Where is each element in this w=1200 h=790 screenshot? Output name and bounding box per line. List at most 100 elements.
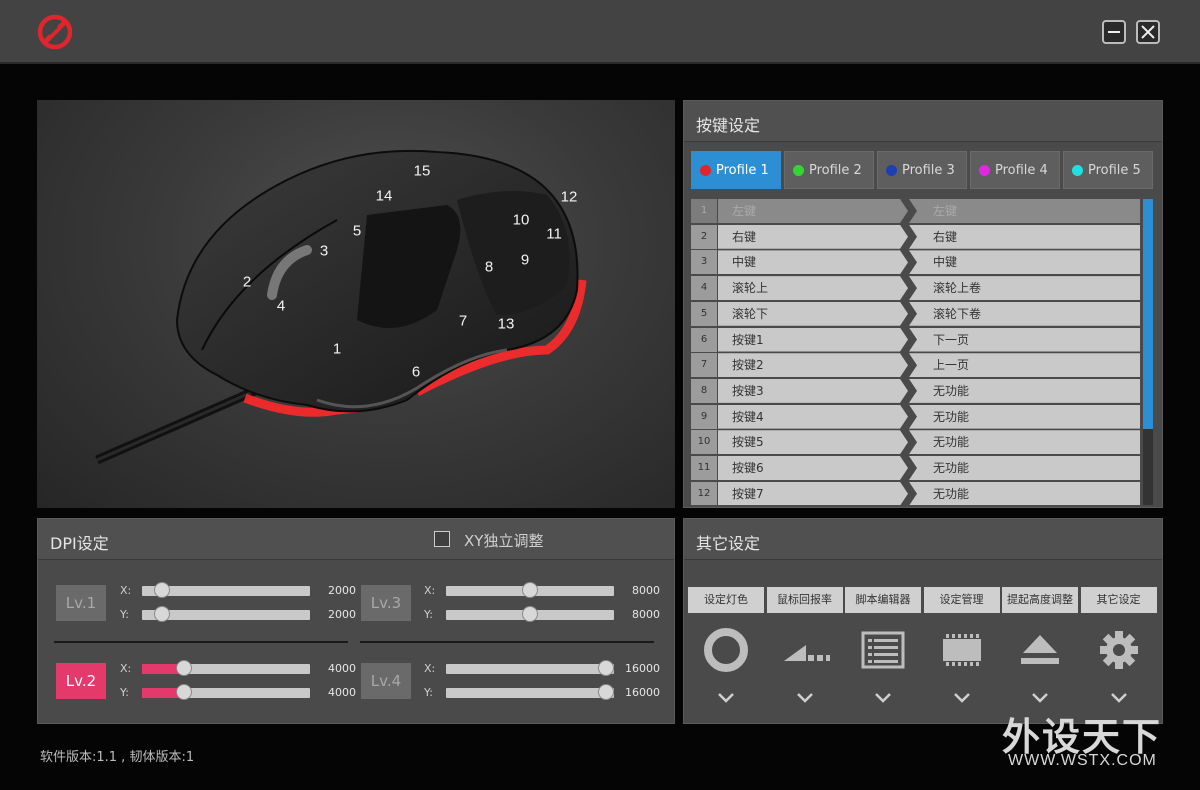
dpi-y-axis-label: Y:: [120, 686, 129, 699]
key-row-index: 7: [691, 353, 717, 378]
key-row[interactable]: 5 滚轮下 滚轮下卷: [691, 301, 1141, 326]
mouse-button-6[interactable]: 6: [412, 364, 420, 381]
dpi-y-axis-label: Y:: [424, 686, 433, 699]
lift-upload-icon[interactable]: [1015, 627, 1065, 673]
key-settings-panel: 按键设定 Profile 1 Profile 2 Profile 3 Profile …: [683, 100, 1163, 508]
mouse-button-13[interactable]: 13: [498, 316, 515, 333]
ring-icon[interactable]: [701, 627, 751, 673]
dpi-settings-panel: DPI设定 XY独立调整 Lv.1 X: 2000 Y: 2000 Lv.2 X: 4000 Y…: [37, 518, 675, 724]
mouse-button-7[interactable]: 7: [459, 313, 467, 330]
key-mapping-table: 1 左键 左键 2 右键 右键 3 中键 中键 4 滚轮上 滚轮上卷 5 滚轮下 滚轮下卷 6 按键1 下一页 7 按…: [691, 199, 1141, 505]
profile-tab-4[interactable]: Profile 4: [970, 151, 1060, 189]
memory-chip-icon[interactable]: [937, 627, 987, 673]
key-row-assigned-function[interactable]: 无功能: [909, 481, 1140, 505]
dpi-level-4-button[interactable]: Lv.4: [361, 663, 411, 699]
key-row-assigned-function[interactable]: 滚轮下卷: [909, 301, 1140, 326]
profile-tab-5[interactable]: Profile 5: [1063, 151, 1153, 189]
xy-independent-checkbox[interactable]: [434, 531, 450, 547]
key-row[interactable]: 8 按键3 无功能: [691, 378, 1141, 403]
chevron-down-icon[interactable]: [953, 689, 971, 703]
mouse-button-9[interactable]: 9: [521, 252, 529, 269]
slider-knob[interactable]: [598, 660, 614, 676]
profile-tab-1[interactable]: Profile 1: [691, 151, 781, 189]
key-row-assigned-function[interactable]: 下一页: [909, 327, 1140, 352]
key-row[interactable]: 6 按键1 下一页: [691, 327, 1141, 352]
key-row-assigned-function[interactable]: 无功能: [909, 456, 1140, 480]
key-row[interactable]: 7 按键2 上一页: [691, 353, 1141, 378]
key-row[interactable]: 2 右键 右键: [691, 224, 1141, 249]
key-row-assigned-function[interactable]: 右键: [909, 224, 1140, 249]
mouse-button-14[interactable]: 14: [376, 188, 393, 205]
script-list-icon[interactable]: [858, 627, 908, 673]
dpi-level-2-x-slider[interactable]: [142, 660, 310, 676]
slider-knob[interactable]: [176, 684, 192, 700]
profile-color-dot-icon: [700, 165, 711, 176]
dpi-level-4-x-slider[interactable]: [446, 660, 614, 676]
other-setting-button-6[interactable]: 其它设定: [1080, 587, 1157, 613]
key-row-assigned-function[interactable]: 滚轮上卷: [909, 276, 1140, 301]
dpi-level-1-y-slider[interactable]: [142, 606, 310, 622]
key-row[interactable]: 3 中键 中键: [691, 250, 1141, 275]
key-row-assigned-function[interactable]: 无功能: [909, 430, 1140, 455]
mouse-button-3[interactable]: 3: [320, 243, 328, 260]
chevron-down-icon[interactable]: [1110, 689, 1128, 703]
polling-rate-icon[interactable]: [780, 627, 830, 673]
profile-color-dot-icon: [1072, 165, 1083, 176]
key-row[interactable]: 4 滚轮上 滚轮上卷: [691, 276, 1141, 301]
key-row[interactable]: 9 按键4 无功能: [691, 404, 1141, 429]
mouse-button-2[interactable]: 2: [243, 274, 251, 291]
chevron-down-icon[interactable]: [796, 689, 814, 703]
slider-knob[interactable]: [154, 606, 171, 622]
slider-knob[interactable]: [154, 582, 171, 598]
dpi-level-3-y-slider[interactable]: [446, 606, 614, 622]
other-setting-button-2[interactable]: 鼠标回报率: [766, 587, 843, 613]
chevron-down-icon[interactable]: [1031, 689, 1049, 703]
dpi-level-1-x-slider[interactable]: [142, 582, 310, 598]
key-table-scrollbar[interactable]: [1143, 199, 1153, 505]
gear-icon[interactable]: [1094, 627, 1144, 673]
profile-tab-3[interactable]: Profile 3: [877, 151, 967, 189]
key-row[interactable]: 10 按键5 无功能: [691, 430, 1141, 455]
slider-knob[interactable]: [176, 660, 192, 676]
close-button[interactable]: [1136, 20, 1160, 44]
brand-logo-icon: [37, 14, 73, 50]
dpi-level-2-y-slider[interactable]: [142, 684, 310, 700]
mouse-button-12[interactable]: 12: [561, 189, 578, 206]
key-row-source: 按键5: [718, 430, 908, 455]
key-row[interactable]: 12 按键7 无功能: [691, 481, 1141, 505]
other-setting-button-5[interactable]: 提起高度调整: [1002, 587, 1078, 613]
key-row[interactable]: 1 左键 左键: [691, 199, 1141, 223]
slider-knob[interactable]: [598, 684, 614, 700]
slider-knob[interactable]: [522, 582, 538, 598]
other-setting-button-3[interactable]: 脚本编辑器: [845, 587, 921, 613]
mouse-button-15[interactable]: 15: [414, 163, 431, 180]
key-row-assigned-function[interactable]: 无功能: [909, 378, 1140, 403]
dpi-level-1-button[interactable]: Lv.1: [56, 585, 106, 621]
other-setting-button-4[interactable]: 设定管理: [923, 587, 1000, 613]
mouse-button-10[interactable]: 10: [513, 212, 530, 229]
scrollbar-thumb[interactable]: [1143, 199, 1153, 429]
chevron-down-icon[interactable]: [717, 689, 735, 703]
key-row[interactable]: 11 按键6 无功能: [691, 456, 1141, 480]
dpi-level-3-x-slider[interactable]: [446, 582, 614, 598]
mouse-button-1[interactable]: 1: [333, 341, 341, 358]
dpi-level-3-button[interactable]: Lv.3: [361, 585, 411, 621]
key-row-assigned-function[interactable]: 左键: [909, 199, 1140, 223]
chevron-down-icon[interactable]: [874, 689, 892, 703]
mouse-button-11[interactable]: 11: [546, 226, 562, 243]
mouse-button-8[interactable]: 8: [485, 259, 493, 276]
key-row-index: 11: [691, 456, 717, 480]
mouse-button-4[interactable]: 4: [277, 298, 285, 315]
key-row-assigned-function[interactable]: 无功能: [909, 404, 1140, 429]
mouse-button-5[interactable]: 5: [353, 223, 361, 240]
other-setting-button-1[interactable]: 设定灯色: [688, 587, 764, 613]
dpi-level-4-y-slider[interactable]: [446, 684, 614, 700]
profile-tab-2[interactable]: Profile 2: [784, 151, 874, 189]
dpi-level-2-button[interactable]: Lv.2: [56, 663, 106, 699]
key-row-assigned-function[interactable]: 中键: [909, 250, 1140, 275]
key-row-assigned-function[interactable]: 上一页: [909, 353, 1140, 378]
slider-knob[interactable]: [522, 606, 538, 622]
dpi-divider-left: [54, 641, 348, 643]
minimize-button[interactable]: [1102, 20, 1126, 44]
dpi-x-axis-label: X:: [120, 662, 132, 675]
